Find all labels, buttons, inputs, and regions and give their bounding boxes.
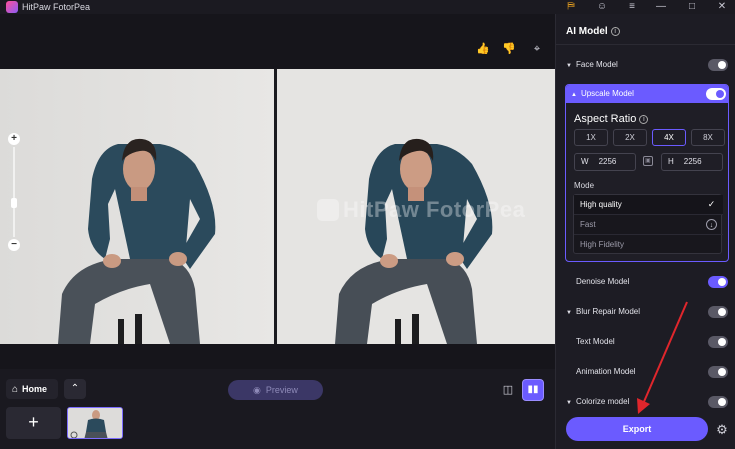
eye-icon: ◉ [253,385,261,395]
mode-list: High quality ✓ Fast ↓ High Fidelity [573,194,723,255]
image-thumbnail[interactable] [67,407,123,439]
model-row-denoise[interactable]: Denoise Model [566,274,728,290]
add-image-button[interactable]: + [6,407,61,439]
close-icon[interactable]: ✕ [714,0,730,14]
bottom-bar: ⌂ Home ⌃ ◉ Preview ◫ ▮▮ + [0,369,555,449]
ai-model-panel: AI Model i ▼ Face Model ▲ Upscale Model Asp… [555,14,735,449]
ratio-1x-button[interactable]: 1X [574,129,608,146]
menu-icon[interactable]: ≡ [624,0,640,14]
text-model-toggle[interactable] [708,336,728,348]
preview-button[interactable]: ◉ Preview [228,380,323,400]
panel-title: AI Model i [566,26,620,37]
watermark: HitPaw FotorPea [317,197,525,223]
animation-model-toggle[interactable] [708,366,728,378]
home-icon: ⌂ [12,384,19,395]
mode-option-fast[interactable]: Fast ↓ [574,215,723,235]
info-icon[interactable]: i [639,115,649,124]
caret-up-icon: ▲ [571,92,577,98]
watermark-logo-icon [317,199,339,221]
export-button[interactable]: Export [566,417,708,441]
ratio-2x-button[interactable]: 2X [613,129,647,146]
model-row-animation[interactable]: Animation Model [566,364,728,380]
model-row-blur-repair[interactable]: ▼ Blur Repair Model [566,304,728,320]
model-row-face[interactable]: ▼ Face Model [566,57,728,73]
height-field[interactable]: H 2256 [661,153,723,171]
thumbs-up-icon[interactable]: 👍 [476,42,490,56]
zoom-in-icon[interactable]: + [8,133,20,145]
denoise-model-toggle[interactable] [708,276,728,288]
app-logo-icon [6,1,18,13]
download-icon[interactable]: ↓ [706,219,717,230]
mode-option-high-fidelity[interactable]: High Fidelity [574,235,723,255]
maximize-icon[interactable]: □ [684,0,700,14]
face-model-toggle[interactable] [708,59,728,71]
lock-icon[interactable]: ▣ [643,156,653,166]
original-photo [0,69,274,344]
upscale-model-section: ▲ Upscale Model Aspect Ratio i 1X 2X 4X 8X… [565,84,729,262]
zoom-out-icon[interactable]: − [8,239,20,251]
original-photo-image [0,69,274,344]
collapse-up-button[interactable]: ⌃ [64,379,86,399]
model-row-upscale[interactable]: ▲ Upscale Model [566,85,728,103]
model-row-colorize[interactable]: ▼ Colorize model [566,394,728,410]
zoom-slider-thumb[interactable] [11,198,17,208]
colorize-model-toggle[interactable] [708,396,728,408]
home-button[interactable]: ⌂ Home [6,379,58,399]
model-row-text[interactable]: Text Model [566,334,728,350]
columns-icon: ▮▮ [527,384,539,395]
caret-down-icon: ▼ [566,310,572,316]
app-title: HitPaw FotorPea [22,2,91,12]
mode-label: Mode [574,181,595,190]
zoom-slider-track[interactable] [13,147,15,237]
enhanced-photo: HitPaw FotorPea [277,69,555,344]
panel-divider [556,44,735,45]
minimize-icon[interactable]: — [653,0,669,14]
settings-gear-icon[interactable]: ⚙ [715,423,729,437]
thumbs-down-icon[interactable]: 👎 [502,42,516,56]
ratio-8x-button[interactable]: 8X [691,129,725,146]
ratio-4x-button[interactable]: 4X [652,129,686,146]
thumbnail-image [68,408,122,438]
checkmark-icon: ✓ [707,199,716,209]
basket-icon[interactable]: ⛿ [563,0,579,14]
info-icon[interactable]: i [610,27,620,36]
compare-view-button[interactable]: ▮▮ [522,379,544,401]
mode-option-high-quality[interactable]: High quality ✓ [574,195,723,215]
chevron-up-icon: ⌃ [70,383,80,394]
upscale-model-toggle[interactable] [706,88,726,100]
crop-icon[interactable]: ⌖ [530,42,544,56]
split-view-icon[interactable]: ◫ [498,380,518,400]
width-field[interactable]: W 2256 [574,153,636,171]
blur-repair-model-toggle[interactable] [708,306,728,318]
caret-down-icon: ▼ [566,400,572,406]
caret-down-icon: ▼ [566,63,572,69]
title-bar: HitPaw FotorPea ⛿ ☺ ≡ — □ ✕ [0,0,735,14]
aspect-ratio-title: Aspect Ratio i [574,113,649,125]
user-icon[interactable]: ☺ [594,0,610,14]
